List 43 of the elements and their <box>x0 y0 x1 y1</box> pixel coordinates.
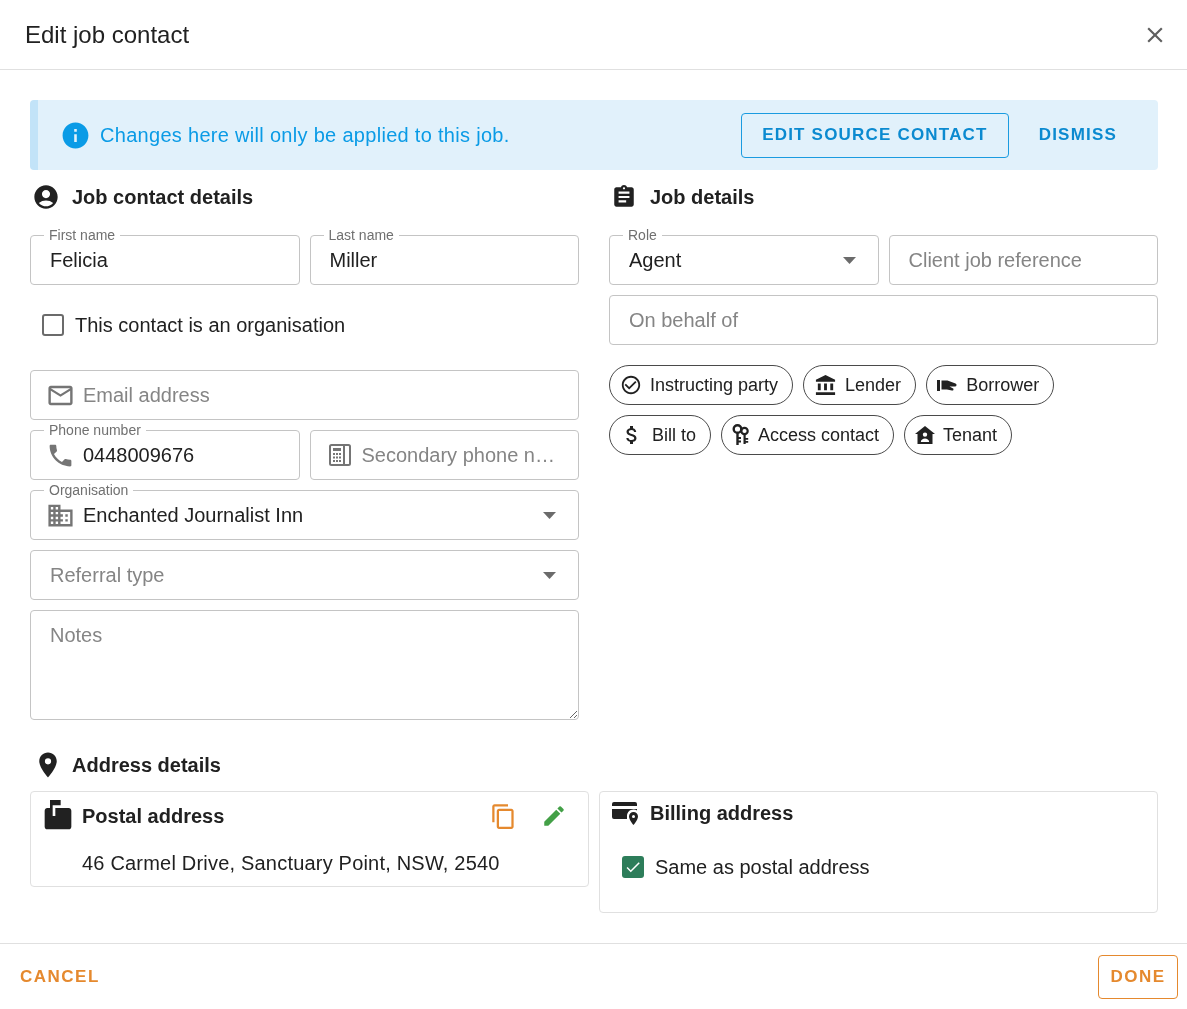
on-behalf-of-field[interactable]: On behalf of <box>609 295 1158 345</box>
role-chip[interactable]: Lender <box>803 365 917 405</box>
dialog-title: Edit job contact <box>25 20 190 49</box>
caret-icon <box>543 571 556 579</box>
hand-icon <box>937 378 959 392</box>
role-chip[interactable]: Borrower <box>926 365 1055 405</box>
email-field[interactable]: Email address <box>30 370 579 420</box>
role-chip[interactable]: Bill to <box>609 415 711 455</box>
field-label: Phone number <box>44 422 146 438</box>
keys-icon <box>732 424 750 446</box>
checkbox-label: Same as postal address <box>655 855 870 879</box>
role-chip[interactable]: Instructing party <box>609 365 794 405</box>
checkbox[interactable] <box>622 856 644 878</box>
card-title: Billing address <box>650 801 794 825</box>
field-label: Organisation <box>44 482 134 498</box>
postal-address-text: 46 Carmel Drive, Sanctuary Point, NSW, 2540 <box>82 852 500 874</box>
card-title: Postal address <box>82 804 225 828</box>
section-heading: Address details <box>72 753 221 777</box>
section-heading: Job contact details <box>72 185 254 209</box>
pencil-icon <box>541 803 567 829</box>
referral-type-field[interactable]: Referral type <box>30 550 579 600</box>
notes-field[interactable]: Notes <box>30 610 579 720</box>
section-heading: Job details <box>650 185 755 209</box>
copy-icon <box>490 802 517 830</box>
person-icon <box>32 183 60 211</box>
field-label: First name <box>44 227 121 243</box>
info-message: Changes here will only be applied to this job. <box>100 123 510 147</box>
field-label: Last name <box>323 227 399 243</box>
house-person-icon <box>915 426 936 444</box>
desk-phone-icon <box>328 444 351 466</box>
checkbox[interactable] <box>42 314 64 336</box>
mailbox-icon <box>42 800 74 832</box>
card-pin-icon <box>612 801 639 825</box>
bank-icon <box>814 373 838 397</box>
caret-icon <box>543 511 556 519</box>
checkbox-label: This contact is an organisation <box>75 313 346 337</box>
secondary-phone-field[interactable]: Secondary phone n… <box>309 430 579 480</box>
caret-icon <box>842 256 856 264</box>
client-job-reference-field[interactable]: Client job reference <box>888 235 1158 285</box>
field-label: Role <box>623 227 662 243</box>
role-chip[interactable]: Tenant <box>904 415 1013 455</box>
role-chip[interactable]: Access contact <box>721 415 895 455</box>
clipboard-icon <box>611 184 637 210</box>
